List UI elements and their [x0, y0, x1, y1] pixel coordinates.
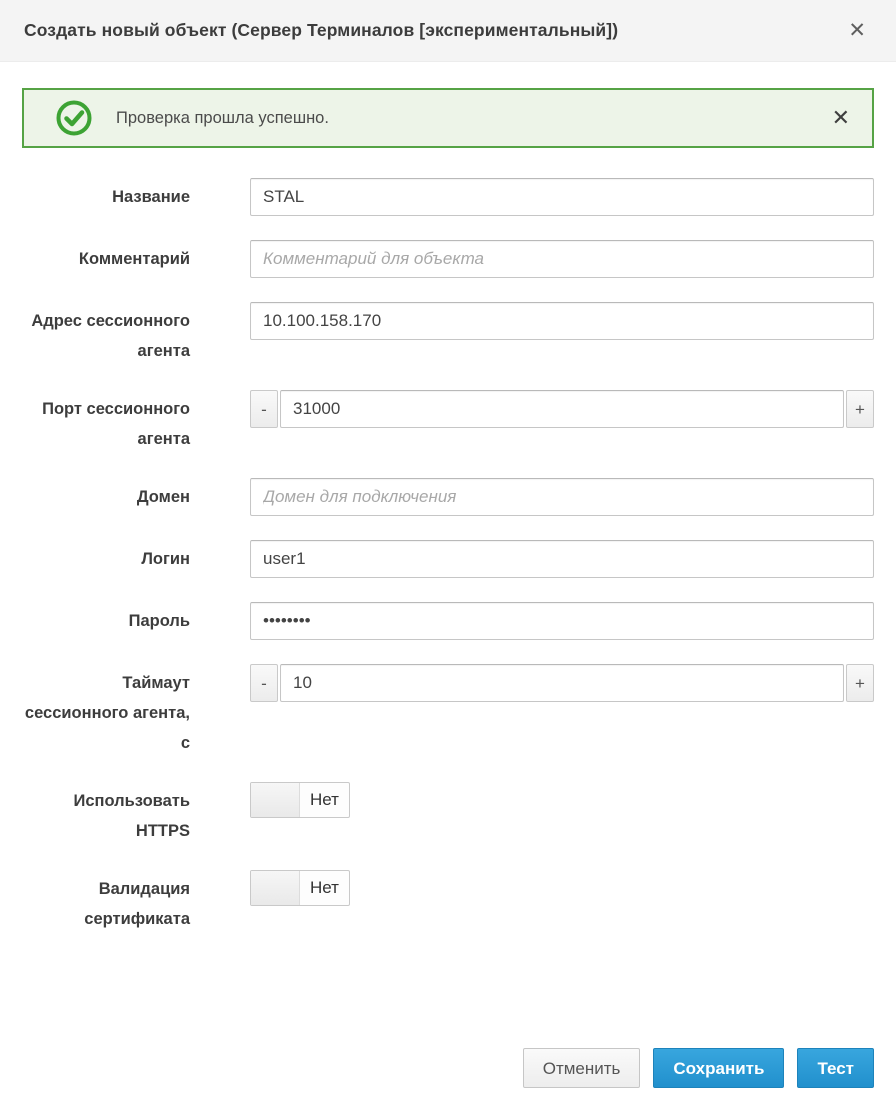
- name-input[interactable]: [250, 178, 874, 216]
- check-circle-icon: [56, 100, 92, 136]
- alert-message: Проверка прошла успешно.: [116, 109, 329, 128]
- agent-address-label: Адрес сессионного агента: [22, 302, 190, 366]
- agent-timeout-label: Таймаут сессионного агента, с: [22, 664, 190, 758]
- agent-timeout-input[interactable]: [280, 664, 844, 702]
- cert-validation-toggle[interactable]: Нет: [250, 870, 350, 906]
- modal-header: Создать новый объект (Сервер Терминалов …: [0, 0, 896, 62]
- agent-timeout-stepper: - +: [250, 664, 874, 702]
- login-input[interactable]: [250, 540, 874, 578]
- cert-validation-label: Валидация сертификата: [22, 870, 190, 934]
- agent-port-stepper: - +: [250, 390, 874, 428]
- password-input[interactable]: [250, 602, 874, 640]
- form-row-comment: Комментарий: [22, 240, 874, 278]
- use-https-toggle[interactable]: Нет: [250, 782, 350, 818]
- cert-validation-toggle-state: Нет: [300, 871, 349, 905]
- use-https-toggle-state: Нет: [300, 783, 349, 817]
- domain-input[interactable]: [250, 478, 874, 516]
- form-row-agent-timeout: Таймаут сессионного агента, с - +: [22, 664, 874, 758]
- form-row-password: Пароль: [22, 602, 874, 640]
- form-row-domain: Домен: [22, 478, 874, 516]
- cancel-button[interactable]: Отменить: [523, 1048, 641, 1088]
- create-object-modal: Создать новый объект (Сервер Терминалов …: [0, 0, 896, 1107]
- comment-input[interactable]: [250, 240, 874, 278]
- name-label: Название: [22, 178, 190, 212]
- port-increment-button[interactable]: +: [846, 390, 874, 428]
- port-decrement-button[interactable]: -: [250, 390, 278, 428]
- comment-label: Комментарий: [22, 240, 190, 274]
- modal-footer: Отменить Сохранить Тест: [0, 1048, 896, 1107]
- alert-close-icon[interactable]: ✕: [830, 105, 852, 131]
- toggle-handle: [251, 871, 300, 905]
- domain-label: Домен: [22, 478, 190, 512]
- form-row-name: Название: [22, 178, 874, 216]
- timeout-decrement-button[interactable]: -: [250, 664, 278, 702]
- form-row-agent-address: Адрес сессионного агента: [22, 302, 874, 366]
- agent-port-input[interactable]: [280, 390, 844, 428]
- agent-port-label: Порт сессионного агента: [22, 390, 190, 454]
- use-https-label: Использовать HTTPS: [22, 782, 190, 846]
- form-row-cert-validation: Валидация сертификата Нет: [22, 870, 874, 934]
- form-row-login: Логин: [22, 540, 874, 578]
- password-label: Пароль: [22, 602, 190, 636]
- save-button[interactable]: Сохранить: [653, 1048, 784, 1088]
- form-row-agent-port: Порт сессионного агента - +: [22, 390, 874, 454]
- modal-close-icon[interactable]: ✕: [844, 16, 870, 45]
- toggle-handle: [251, 783, 300, 817]
- test-button[interactable]: Тест: [797, 1048, 874, 1088]
- modal-body: Проверка прошла успешно. ✕ Название Комм…: [0, 62, 896, 1048]
- timeout-increment-button[interactable]: +: [846, 664, 874, 702]
- form-row-use-https: Использовать HTTPS Нет: [22, 782, 874, 846]
- login-label: Логин: [22, 540, 190, 574]
- modal-title: Создать новый объект (Сервер Терминалов …: [24, 20, 618, 41]
- agent-address-input[interactable]: [250, 302, 874, 340]
- success-alert: Проверка прошла успешно. ✕: [22, 88, 874, 148]
